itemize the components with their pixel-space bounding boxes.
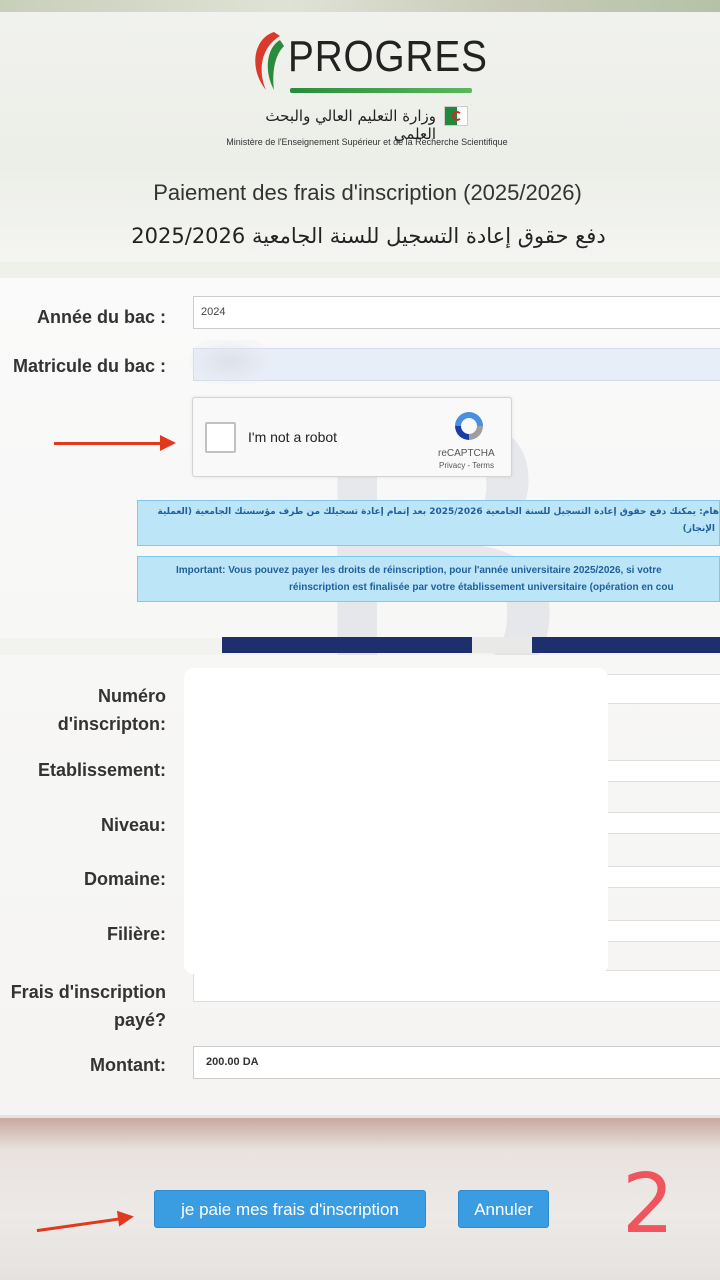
recaptcha-logo-icon xyxy=(455,412,483,440)
logo-text: PROGRES xyxy=(288,32,488,81)
pay-fees-button[interactable]: je paie mes frais d'inscription xyxy=(154,1190,426,1228)
numero-label-line1: Numéro xyxy=(97,686,166,706)
annee-bac-input[interactable]: 2024 xyxy=(193,296,720,329)
recaptcha-terms-link[interactable]: Privacy - Terms xyxy=(439,461,494,470)
logo-swoosh-icon xyxy=(255,32,284,90)
annee-bac-label: Année du bac : xyxy=(36,307,166,327)
etablissement-label: Etablissement: xyxy=(37,760,166,780)
logo-underline xyxy=(290,88,472,93)
recaptcha-checkbox[interactable] xyxy=(205,422,236,453)
annotation-arrow-captcha xyxy=(54,435,176,451)
step-number-annotation: 2 xyxy=(622,1157,675,1252)
matricule-bac-input[interactable] xyxy=(193,348,720,381)
filiere-label: Filière: xyxy=(106,924,166,944)
recaptcha-widget: I'm not a robot reCAPTCHA Privacy - Term… xyxy=(192,397,512,477)
niveau-label: Niveau: xyxy=(100,815,166,835)
redacted-details xyxy=(184,668,608,974)
section-divider xyxy=(222,637,720,653)
numero-inscription-label: Numéro d'inscripton: xyxy=(0,682,166,738)
cancel-button[interactable]: Annuler xyxy=(458,1190,549,1228)
frais-paye-label: Frais d'inscription payé? xyxy=(0,978,166,1034)
alert-info-ar: هام: يمكنك دفع حقوق إعادة التسجيل للسنة … xyxy=(137,500,720,546)
frais-label-line1: Frais d'inscription xyxy=(10,982,166,1002)
alert-ar-line2: الإنجاز) xyxy=(682,524,715,534)
progres-logo: PROGRES xyxy=(240,28,487,98)
domaine-label: Domaine: xyxy=(83,869,166,889)
frais-paye-field xyxy=(193,970,720,1002)
page-title-ar: دفع حقوق إعادة التسجيل للسنة الجامعية 20… xyxy=(131,224,606,248)
top-band xyxy=(0,0,720,12)
page-header: PROGRES وزارة التعليم العالي والبحث العل… xyxy=(0,12,720,262)
frais-label-line2: payé? xyxy=(113,1010,166,1030)
montant-value: 200.00 DA xyxy=(193,1046,720,1079)
algeria-flag-icon xyxy=(444,106,468,126)
redacted-value xyxy=(190,340,270,384)
alert-fr-line2: réinscription est finalisée par votre ét… xyxy=(289,582,674,593)
alert-ar-line1: هام: يمكنك دفع حقوق إعادة التسجيل للسنة … xyxy=(157,507,720,517)
alert-fr-line1: Important: Vous pouvez payer les droits … xyxy=(176,565,662,576)
ministry-name-fr: Ministère de l'Enseignement Supérieur et… xyxy=(226,137,508,147)
recaptcha-brand: reCAPTCHA xyxy=(438,448,495,459)
alert-info-fr: Important: Vous pouvez payer les droits … xyxy=(137,556,720,602)
montant-label: Montant: xyxy=(90,1055,166,1075)
recaptcha-label: I'm not a robot xyxy=(248,429,338,445)
page-title-fr: Paiement des frais d'inscription (2025/2… xyxy=(153,180,582,205)
numero-label-line2: d'inscripton: xyxy=(57,714,166,734)
matricule-bac-label: Matricule du bac : xyxy=(12,356,166,376)
